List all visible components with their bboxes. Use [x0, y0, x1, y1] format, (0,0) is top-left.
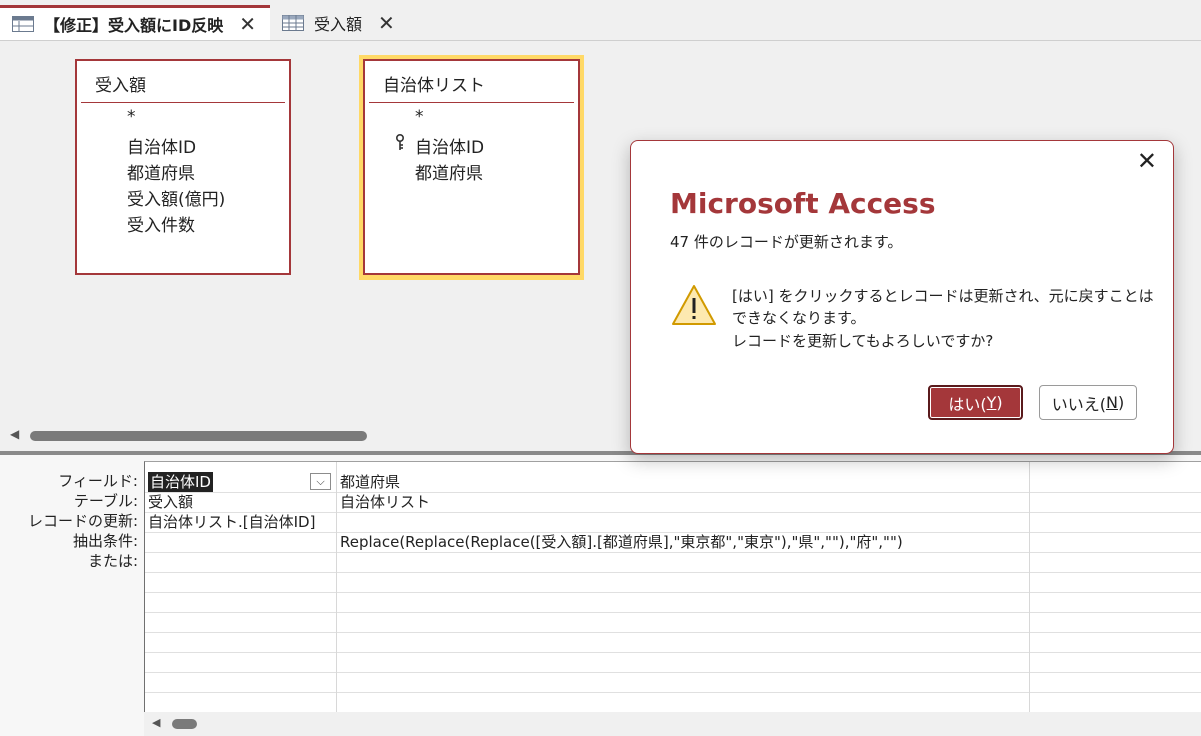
dialog-message-line: できなくなります。 [732, 309, 866, 327]
divider [81, 102, 285, 103]
grid-cell-table[interactable]: 受入額 [148, 492, 193, 512]
grid-cell-table[interactable]: 自治体リスト [340, 492, 430, 512]
query-design-grid: 自治体ID ⌵ 受入額 自治体リスト.[自治体ID] 都道府県 自治体リスト R… [144, 461, 1201, 713]
dialog-message-line: [はい] をクリックするとレコードは更新され、元に戻すことは [732, 287, 1154, 305]
yes-button-accesskey: Y [986, 393, 997, 412]
divider [369, 102, 574, 103]
grid-line [145, 592, 1201, 593]
no-button[interactable]: いいえ(N) [1039, 385, 1137, 420]
grid-cell-field[interactable]: 都道府県 [340, 472, 400, 492]
row-label-or: または: [87, 552, 138, 570]
grid-line [145, 612, 1201, 613]
close-icon[interactable]: ✕ [378, 13, 395, 33]
primary-key-icon [396, 134, 404, 150]
scrollbar-thumb[interactable] [30, 431, 367, 441]
grid-column-divider [1029, 462, 1030, 713]
dialog-title: Microsoft Access [670, 187, 936, 220]
field-item[interactable]: 受入額(億円) [127, 185, 225, 210]
row-label-table: テーブル: [73, 492, 138, 510]
grid-line [145, 552, 1201, 553]
document-tab-bar: 【修正】受入額にID反映 ✕ 受入額 ✕ [0, 0, 1201, 41]
grid-line [145, 632, 1201, 633]
scrollbar-thumb[interactable] [172, 719, 197, 729]
grid-cell-criteria[interactable]: Replace(Replace(Replace([受入額].[都道府県],"東京… [340, 532, 903, 552]
yes-button[interactable]: はい(Y) [928, 385, 1023, 420]
field-item[interactable]: 受入件数 [127, 211, 195, 236]
field-list-title: 自治体リスト [383, 76, 485, 96]
field-item[interactable]: 都道府県 [127, 159, 195, 184]
yes-button-label: はい( [948, 394, 987, 414]
grid-line [145, 692, 1201, 693]
close-icon[interactable]: ✕ [239, 14, 256, 34]
warning-icon [672, 285, 716, 325]
no-button-label: いいえ( [1051, 394, 1107, 414]
field-list-title: 受入額 [95, 76, 146, 96]
field-item[interactable]: * [415, 107, 424, 127]
yes-button-suffix: ) [996, 393, 1003, 412]
field-item-primary-key[interactable]: 自治体ID [415, 133, 484, 158]
tab-label: 受入額 [314, 14, 363, 34]
row-label-criteria: 抽出条件: [72, 532, 138, 550]
query-icon [12, 16, 34, 32]
grid-scrollbar[interactable]: ◀ [144, 712, 1201, 736]
grid-cell-update-to[interactable]: 自治体リスト.[自治体ID] [148, 512, 315, 532]
grid-cell-field[interactable]: 自治体ID [148, 472, 213, 492]
field-item[interactable]: * [127, 107, 136, 127]
scroll-left-icon[interactable]: ◀ [10, 427, 19, 441]
tab-table-receipts[interactable]: 受入額 ✕ [270, 5, 420, 40]
tab-label: 【修正】受入額にID反映 [44, 16, 224, 35]
grid-line [145, 672, 1201, 673]
no-button-suffix: ) [1117, 393, 1125, 412]
row-label-field: フィールド: [58, 472, 138, 490]
grid-line [145, 652, 1201, 653]
dialog-message-line: レコードを更新してもよろしいですか? [732, 332, 994, 350]
field-item[interactable]: 自治体ID [127, 133, 196, 158]
chevron-down-icon[interactable]: ⌵ [310, 473, 331, 490]
confirm-dialog: ✕ Microsoft Access 47 件のレコードが更新されます。 [はい… [630, 140, 1174, 454]
scroll-left-icon[interactable]: ◀ [152, 716, 160, 729]
no-button-accesskey: N [1106, 393, 1118, 412]
grid-line [145, 492, 1201, 493]
field-list-municipalities[interactable]: 自治体リスト * 自治体ID 都道府県 [363, 59, 580, 275]
grid-line [145, 572, 1201, 573]
close-icon[interactable]: ✕ [1137, 149, 1157, 173]
dialog-subtitle: 47 件のレコードが更新されます。 [670, 233, 903, 251]
field-item[interactable]: 都道府県 [415, 159, 483, 184]
field-list-receipts[interactable]: 受入額 * 自治体ID 都道府県 受入額(億円) 受入件数 [75, 59, 291, 275]
grid-column-divider [336, 462, 337, 713]
tab-update-query[interactable]: 【修正】受入額にID反映 ✕ [0, 5, 270, 40]
table-icon [282, 14, 304, 31]
row-label-update-to: レコードの更新: [27, 512, 138, 530]
